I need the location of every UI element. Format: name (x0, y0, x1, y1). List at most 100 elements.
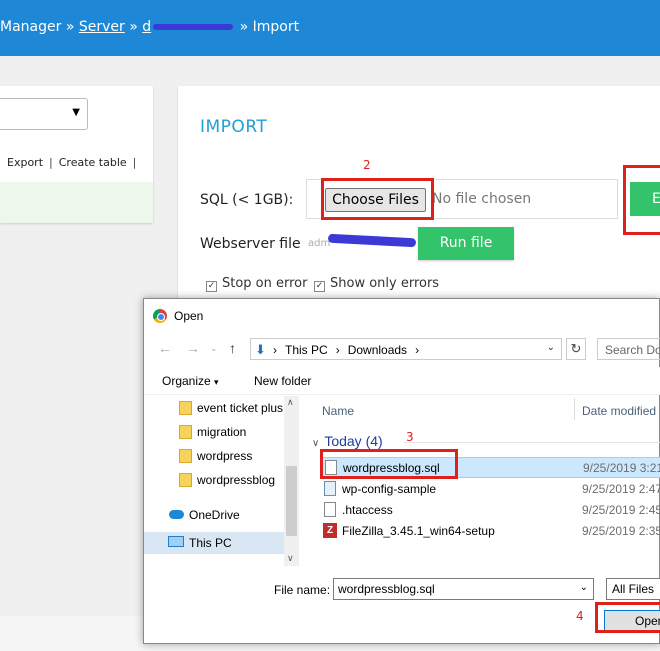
run-file-button[interactable]: Run file (418, 227, 514, 260)
nav-item-label: wordpress (197, 449, 253, 463)
annotation-number: 2 (363, 158, 371, 172)
nav-item-onedrive[interactable]: OneDrive (169, 508, 240, 522)
show-only-errors-label: Show only errors (330, 276, 440, 291)
file-date: 9/25/2019 2:45 (582, 503, 660, 517)
nav-item-folder[interactable]: wordpressblog (179, 473, 276, 487)
config-file-icon (324, 481, 336, 496)
breadcrumb-sep: » (65, 19, 75, 35)
annotation-number: 4 (576, 609, 584, 623)
export-link[interactable]: Export (7, 156, 43, 169)
column-date-header[interactable]: Date modified (582, 404, 656, 418)
no-file-text: No file chosen (432, 191, 532, 207)
webserver-label: Webserver file (200, 236, 301, 252)
nav-item-folder[interactable]: event ticket plus (179, 401, 284, 415)
nav-item-label: migration (197, 425, 247, 439)
organize-label: Organize (162, 374, 211, 388)
file-name: FileZilla_3.45.1_win64-setup (342, 524, 495, 538)
dialog-title: Open (174, 309, 204, 323)
chevron-down-icon[interactable]: ⌄ (547, 342, 555, 353)
file-date: 9/25/2019 3:21 (583, 461, 660, 475)
annotation-number: 3 (406, 430, 414, 444)
breadcrumb: Manager » Server » d » Import (0, 19, 299, 35)
annotation-box (595, 602, 660, 633)
create-table-link[interactable]: Create table (59, 156, 127, 169)
file-name-input[interactable]: wordpressblog.sql ⌄ (333, 578, 594, 600)
file-type-filter[interactable]: All Files (606, 578, 660, 600)
checkbox-icon: ✓ (314, 281, 325, 292)
link-separator: | (49, 156, 53, 169)
file-name: wp-config-sample (342, 482, 437, 496)
breadcrumb-server[interactable]: Server (79, 19, 125, 35)
nav-item-this-pc[interactable]: This PC (144, 532, 284, 554)
path-this-pc[interactable]: This PC (285, 343, 328, 357)
file-name-value: wordpressblog.sql (338, 582, 435, 596)
sql-label: SQL (< 1GB): (200, 192, 294, 208)
left-panel: ▼ Export | Create table | (0, 86, 153, 223)
scroll-down-icon[interactable]: ∨ (287, 553, 294, 564)
path-separator-icon: › (335, 343, 340, 357)
refresh-button[interactable]: ↻ (566, 338, 586, 360)
import-title: IMPORT (200, 117, 268, 137)
left-links: Export | Create table | (7, 156, 142, 169)
back-arrow-icon[interactable]: ← (158, 340, 172, 356)
file-name: .htaccess (342, 503, 393, 517)
top-bar: Manager » Server » d » Import (0, 0, 660, 56)
breadcrumb-sep: » (129, 19, 138, 35)
annotation-box (321, 178, 434, 220)
breadcrumb-database[interactable]: d (142, 19, 151, 35)
cloud-icon (169, 510, 184, 519)
chevron-down-icon[interactable]: ⌄ (580, 582, 588, 593)
path-downloads[interactable]: Downloads (348, 343, 407, 357)
up-arrow-icon[interactable]: ↑ (229, 340, 236, 356)
nav-item-label: wordpressblog (197, 473, 276, 487)
file-date: 9/25/2019 2:47 (582, 482, 660, 496)
nav-item-folder[interactable]: migration (179, 425, 247, 439)
column-divider[interactable] (574, 398, 575, 420)
onedrive-label: OneDrive (189, 508, 240, 522)
group-divider (404, 442, 660, 443)
address-bar[interactable]: ⬇ › This PC › Downloads › ⌄ (250, 338, 562, 360)
column-name-header[interactable]: Name (322, 404, 354, 418)
folder-icon (179, 473, 192, 487)
dialog-toolbar: Organize ▾ New folder (144, 367, 660, 395)
file-row[interactable]: .htaccess 9/25/2019 2:45 (320, 500, 660, 521)
path-separator-icon: › (273, 343, 277, 357)
chevron-down-icon[interactable]: ⌄ (210, 343, 218, 354)
group-header-today[interactable]: ∨ Today (4) (312, 433, 383, 449)
folder-icon (179, 449, 192, 463)
nav-scrollbar[interactable]: ∧ ∨ (284, 396, 299, 566)
link-separator: | (132, 156, 137, 169)
nav-item-label: event ticket plus (197, 401, 284, 415)
file-row[interactable]: wp-config-sample 9/25/2019 2:47 (320, 479, 660, 500)
file-row[interactable]: Z FileZilla_3.45.1_win64-setup 9/25/2019… (320, 521, 660, 542)
this-pc-label: This PC (189, 536, 232, 550)
chevron-down-icon: ▼ (72, 107, 80, 118)
path-separator-icon: › (415, 343, 420, 357)
file-list-header: Name Date modified (304, 396, 660, 424)
breadcrumb-manager[interactable]: Manager (0, 19, 61, 35)
organize-menu[interactable]: Organize ▾ (162, 374, 219, 388)
address-path: › This PC › Downloads › (273, 343, 427, 357)
annotation-box (320, 449, 458, 479)
stop-on-error-checkbox[interactable]: ✓ Stop on error (206, 276, 307, 292)
database-select[interactable]: ▼ (0, 98, 88, 130)
search-input[interactable]: Search Dow (597, 338, 660, 360)
breadcrumb-sep: » (239, 19, 249, 35)
navigation-pane: event ticket plus migration wordpress wo… (144, 396, 299, 566)
forward-arrow-icon[interactable]: → (186, 340, 200, 356)
document-icon (324, 502, 336, 517)
chrome-icon (153, 309, 167, 323)
redaction-scribble (153, 24, 234, 30)
annotation-box (623, 165, 660, 235)
show-only-errors-checkbox[interactable]: ✓ Show only errors (314, 276, 439, 292)
filezilla-icon: Z (323, 523, 337, 538)
stop-on-error-label: Stop on error (222, 276, 308, 291)
folder-icon (179, 425, 192, 439)
scroll-up-icon[interactable]: ∧ (287, 397, 294, 408)
checkbox-icon: ✓ (206, 281, 217, 292)
scroll-thumb[interactable] (286, 466, 297, 536)
nav-item-folder[interactable]: wordpress (179, 449, 253, 463)
caret-down-icon: ▾ (214, 377, 219, 387)
new-folder-button[interactable]: New folder (254, 374, 311, 388)
file-date: 9/25/2019 2:35 (582, 524, 660, 538)
